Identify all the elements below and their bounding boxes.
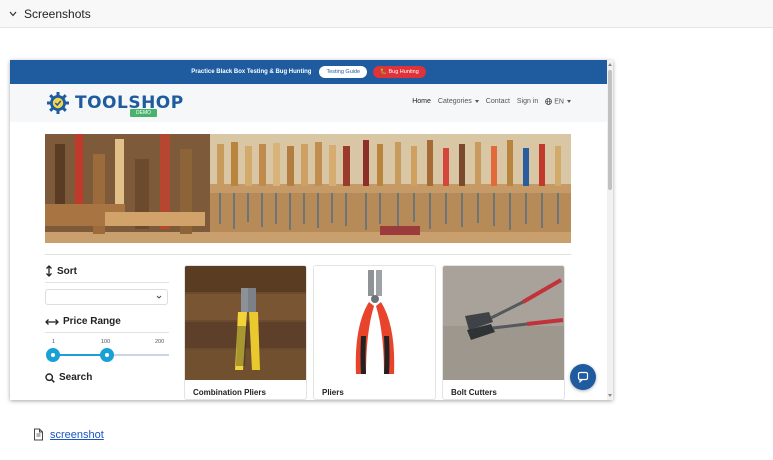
nav-categories-label: Categories	[437, 98, 472, 106]
gear-logo-icon	[47, 92, 69, 114]
divider	[45, 282, 169, 283]
slider-min-handle[interactable]	[46, 348, 60, 362]
hero-banner-image	[45, 134, 571, 243]
price-range-slider[interactable]	[45, 348, 169, 362]
divider	[45, 332, 169, 333]
globe-icon	[545, 98, 553, 105]
product-image	[314, 266, 435, 380]
screenshot-preview: Practice Black Box Testing & Bug Hunting…	[10, 60, 613, 400]
search-heading-label: Search	[59, 372, 93, 383]
chevron-down-icon[interactable]	[6, 7, 20, 21]
scroll-up-icon[interactable]	[608, 63, 612, 66]
product-name[interactable]: Bolt Cutters	[451, 388, 497, 397]
screenshots-section-header[interactable]: Screenshots	[0, 0, 773, 28]
demo-badge: DEMO	[130, 109, 157, 117]
product-image	[185, 266, 306, 380]
caret-down-icon	[474, 99, 479, 103]
caret-down-icon	[567, 100, 571, 103]
chevron-down-icon	[156, 295, 162, 299]
main-nav: Home Categories Contact Sign in EN	[412, 98, 571, 105]
promo-banner: Practice Black Box Testing & Bug Hunting…	[10, 60, 607, 84]
bug-hunting-button[interactable]: 🐛 Bug Hunting	[373, 66, 426, 78]
chat-button[interactable]	[570, 364, 596, 390]
section-title: Screenshots	[24, 6, 91, 21]
vertical-arrows-icon	[46, 265, 52, 277]
nav-language-label: EN	[554, 98, 564, 106]
search-icon	[45, 372, 55, 383]
nav-categories[interactable]: Categories	[438, 98, 479, 105]
scrollbar-thumb[interactable]	[608, 70, 612, 190]
product-card[interactable]: Bolt Cutters	[442, 265, 565, 400]
price-range-heading: Price Range	[45, 316, 169, 327]
nav-home[interactable]: Home	[412, 98, 431, 105]
price-min-label: 1	[52, 339, 56, 345]
sort-heading-label: Sort	[57, 265, 77, 277]
product-name[interactable]: Combination Pliers	[193, 388, 266, 397]
product-image	[443, 266, 564, 380]
nav-contact[interactable]: Contact	[486, 98, 510, 105]
horizontal-arrows-icon	[45, 318, 59, 325]
filters-sidebar: Sort Price Range 1 100 200 Search	[45, 265, 169, 383]
product-card[interactable]: Combination Pliers	[184, 265, 307, 400]
attachment[interactable]: screenshot	[33, 428, 104, 441]
site-navbar: TOOLSHOP DEMO Home Categories Contact Si…	[10, 84, 607, 122]
price-range-labels: 1 100 200	[45, 339, 169, 348]
scroll-down-icon[interactable]	[608, 394, 612, 397]
file-icon	[34, 428, 43, 441]
testing-guide-button[interactable]: Testing Guide	[319, 66, 368, 78]
product-name[interactable]: Pliers	[322, 388, 344, 397]
banner-message: Practice Black Box Testing & Bug Hunting	[191, 69, 312, 75]
chat-bubble-icon	[577, 371, 589, 383]
toolshop-logo[interactable]: TOOLSHOP DEMO	[46, 90, 183, 118]
sort-select[interactable]	[45, 289, 168, 305]
price-mid-label: 100	[101, 339, 111, 345]
nav-language[interactable]: EN	[545, 98, 571, 105]
attachment-link[interactable]: screenshot	[50, 429, 104, 441]
search-heading: Search	[45, 372, 169, 383]
price-max-label: 200	[155, 339, 165, 345]
product-card[interactable]: Pliers	[313, 265, 436, 400]
preview-scrollbar[interactable]	[607, 60, 613, 400]
nav-sign-in[interactable]: Sign in	[517, 98, 538, 105]
price-range-heading-label: Price Range	[63, 316, 121, 327]
slider-max-handle[interactable]	[100, 348, 114, 362]
divider	[45, 254, 571, 255]
sort-heading: Sort	[45, 265, 169, 277]
